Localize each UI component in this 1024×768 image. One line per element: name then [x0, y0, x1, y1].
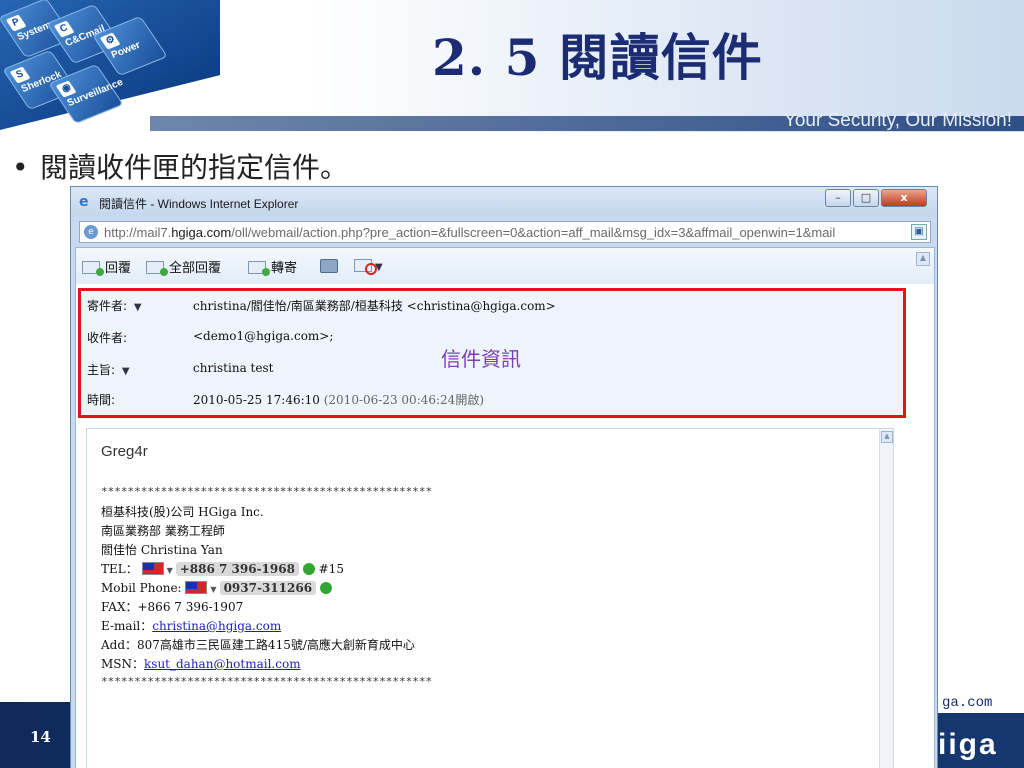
call-icon[interactable]	[319, 582, 332, 594]
sig-tel: TEL： ▼ +886 7 396-1968 #15	[101, 560, 344, 577]
subject-label[interactable]: 主旨: ▼	[87, 361, 130, 378]
close-button[interactable]: x	[881, 189, 927, 207]
call-icon[interactable]	[302, 563, 315, 575]
mobile-number[interactable]: 0937-311266	[219, 581, 317, 595]
forward-icon	[248, 261, 270, 276]
signature-divider-bottom: ****************************************…	[101, 675, 433, 688]
url-path: /oll/webmail/action.php?pre_action=&full…	[231, 225, 836, 240]
brand-logo: iiga	[938, 728, 998, 761]
block-icon	[354, 259, 377, 275]
bullet-point: • 閱讀收件匣的指定信件。	[12, 146, 348, 186]
chevron-down-icon[interactable]: ▼	[134, 302, 142, 313]
tel-label: TEL：	[101, 562, 138, 576]
ie-icon: e	[79, 194, 89, 210]
scroll-up-button[interactable]: ▲	[916, 252, 930, 266]
tel-extension: #15	[318, 562, 344, 576]
block-sender-button[interactable]: ▼	[354, 257, 383, 275]
sig-company: 桓基科技(股)公司 HGiga Inc.	[101, 505, 264, 519]
sig-address: Add：807高雄市三民區建工路415號/高應大創新育成中心	[101, 638, 415, 652]
page-icon: e	[84, 225, 98, 239]
chevron-down-icon[interactable]: ▼	[122, 366, 130, 377]
window-titlebar[interactable]: e 閱讀信件 - Windows Internet Explorer – □ x	[71, 187, 937, 217]
from-label[interactable]: 寄件者: ▼	[87, 297, 142, 314]
sig-department: 南區業務部 業務工程師	[101, 524, 225, 538]
bullet-dot: •	[12, 151, 29, 184]
sig-msn: MSN：ksut_dahan@hotmail.com	[101, 655, 301, 672]
to-label: 收件者:	[87, 331, 128, 345]
page-number: 14	[30, 728, 51, 746]
reply-label: 回覆	[105, 261, 132, 276]
forward-button[interactable]: 轉寄	[248, 257, 297, 276]
maximize-button[interactable]: □	[853, 189, 879, 207]
sig-name: 閻佳怡 Christina Yan	[101, 543, 223, 557]
address-bar[interactable]: e http://mail7.hgiga.com/oll/webmail/act…	[79, 221, 931, 243]
chevron-down-icon[interactable]: ▼	[167, 566, 173, 575]
bullet-text: 閱讀收件匣的指定信件。	[40, 151, 349, 184]
reply-button[interactable]: 回覆	[82, 257, 131, 276]
reply-all-button[interactable]: 全部回覆	[146, 257, 221, 276]
time-label: 時間:	[87, 393, 116, 407]
opened-time: (2010-06-23 00:46:24開啟)	[323, 393, 484, 407]
sig-fax: FAX：+866 7 396-1907	[101, 600, 244, 614]
time-value: 2010-05-25 17:46:10 (2010-06-23 00:46:24…	[193, 393, 484, 407]
minimize-button[interactable]: –	[825, 189, 851, 207]
url-host: hgiga.com	[171, 225, 232, 240]
from-value: christina/閻佳怡/南區業務部/桓基科技 <christina@hgig…	[193, 299, 556, 313]
mail-body: ▲ Greg4r *******************************…	[86, 428, 894, 768]
subject-value: christina test	[193, 361, 274, 375]
flag-icon	[185, 581, 208, 594]
window-title: 閱讀信件 - Windows Internet Explorer	[99, 197, 299, 211]
mail-toolbar: 回覆 全部回覆 轉寄 ▼ ▲	[76, 248, 934, 284]
sig-email: E-mail：christina@hgiga.com	[101, 617, 281, 634]
browser-window: e 閱讀信件 - Windows Internet Explorer – □ x…	[70, 186, 938, 768]
page-content: 回覆 全部回覆 轉寄 ▼ ▲ 寄件者: ▼ christina/閻佳怡/南區業務…	[75, 247, 935, 768]
compat-view-icon[interactable]: ▣	[911, 224, 927, 240]
print-button[interactable]	[320, 257, 338, 275]
slide-title: 2. 5 閱讀信件	[432, 28, 763, 87]
msn-label: MSN：	[101, 657, 145, 671]
msn-link[interactable]: ksut_dahan@hotmail.com	[144, 657, 301, 671]
url-text[interactable]: http://mail7.hgiga.com/oll/webmail/actio…	[104, 225, 902, 240]
to-value: <demo1@hgiga.com>;	[193, 329, 334, 343]
printer-icon	[320, 259, 338, 273]
email-label: E-mail：	[101, 619, 153, 633]
sig-mobile: Mobil Phone: ▼ 0937-311266	[101, 579, 332, 595]
annotation-mail-info: 信件資訊	[441, 347, 521, 371]
reply-icon	[82, 261, 104, 276]
url-prefix: http://mail7.	[104, 225, 172, 240]
mission-tagline: Your Security, Our Mission!	[783, 110, 1012, 131]
site-url-fragment: ga.com	[938, 695, 1024, 713]
tel-number[interactable]: +886 7 396-1968	[175, 562, 299, 576]
reply-all-icon	[146, 261, 168, 276]
chevron-down-icon[interactable]: ▼	[210, 585, 216, 594]
greeting-text: Greg4r	[101, 443, 148, 460]
scroll-up-icon[interactable]: ▲	[881, 431, 893, 443]
mobile-label: Mobil Phone:	[101, 581, 182, 595]
email-link[interactable]: christina@hgiga.com	[152, 619, 281, 633]
flag-icon	[141, 562, 164, 575]
body-scrollbar[interactable]: ▲	[879, 429, 893, 768]
signature-divider: ****************************************…	[101, 485, 433, 498]
forward-label: 轉寄	[271, 261, 298, 276]
reply-all-label: 全部回覆	[169, 261, 222, 276]
mail-header-info: 寄件者: ▼ christina/閻佳怡/南區業務部/桓基科技 <christi…	[78, 288, 906, 418]
